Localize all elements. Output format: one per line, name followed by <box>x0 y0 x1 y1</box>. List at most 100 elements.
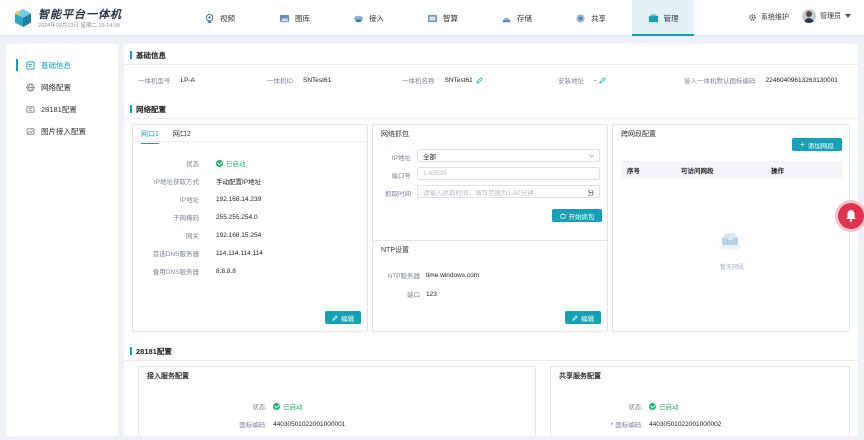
dns2-label: 备用DNS服务器 <box>152 269 199 276</box>
device-name-value: SNTest61 <box>444 76 473 84</box>
edit-address-icon[interactable] <box>599 76 606 84</box>
default-code-value: 22460409613263130001 <box>765 76 838 84</box>
ip-mode-row: IP地址获取方式 手动配置IP地址 <box>133 176 261 186</box>
address-field: 安装地址 - <box>558 75 606 85</box>
default-code-label: 接入一体机默认国标编码 <box>684 78 756 85</box>
chevron-down-icon <box>589 154 594 158</box>
device-name-field: 一体机名称 SNTest61 <box>402 75 483 85</box>
col-index: 序号 <box>627 168 640 175</box>
gateway-value: 192.168.15.254 <box>216 231 262 239</box>
plus-icon: + <box>800 139 805 149</box>
capture-time-label: 抓取时间 <box>385 191 411 198</box>
capture-port-placeholder: 1-65535 <box>423 170 447 177</box>
sidebar-item-basic-info[interactable]: 基础信息 <box>6 54 118 76</box>
capture-icon <box>559 212 566 219</box>
info-icon <box>26 60 35 70</box>
add-segment-button[interactable]: + 添加网段 <box>792 138 842 151</box>
compute-icon <box>427 14 438 22</box>
ip-row: IP地址 192.168.14.239 <box>133 194 261 205</box>
ntp-edit-button[interactable]: 编辑 <box>565 311 601 324</box>
ntp-server-label: NTP服务器 <box>387 273 421 280</box>
divider <box>124 118 858 119</box>
start-capture-label: 开始抓包 <box>568 213 595 221</box>
access-code-value: 44030501022001000001 <box>273 420 346 428</box>
required-marker: * <box>610 422 614 429</box>
config-icon <box>26 105 35 113</box>
user-menu[interactable]: 管理员 <box>802 9 851 23</box>
gallery-icon <box>279 14 290 22</box>
mask-value: 255.255.254.0 <box>216 213 258 221</box>
share-status-value: 已启动 <box>659 404 679 411</box>
col-segment: 可访问网段 <box>681 168 714 175</box>
segment-table-header: 序号 可访问网段 操作 <box>621 161 843 179</box>
ip-label: IP地址 <box>179 197 199 204</box>
ip-mode-value: 手动配置IP地址 <box>216 179 262 186</box>
video-icon <box>205 13 214 23</box>
edit-icon <box>332 314 338 321</box>
nav-access-label: 接入 <box>369 13 384 23</box>
sidebar-item-label: 网络配置 <box>41 82 71 92</box>
nic-status-label: 状态 <box>186 161 199 168</box>
mask-row: 子网掩码 255.255.254.0 <box>133 212 258 223</box>
nav-compute-label: 智算 <box>443 13 458 23</box>
alert-bell-button[interactable] <box>838 203 864 229</box>
section-title-28181: 28181配置 <box>130 346 172 357</box>
capture-ip-row: IP地址 <box>373 152 411 162</box>
globe-icon <box>26 82 35 92</box>
ntp-edit-label: 编辑 <box>581 315 594 323</box>
check-circle-icon <box>649 402 656 410</box>
manage-icon <box>648 13 658 22</box>
capture-ip-value: 全部 <box>423 153 436 161</box>
empty-box-icon <box>719 233 741 250</box>
nav-access[interactable]: 接入 <box>345 0 392 36</box>
gateway-row: 网关 192.168.15.254 <box>133 230 262 241</box>
image-icon <box>26 127 35 135</box>
nav-manage[interactable]: 管理 <box>632 0 694 36</box>
nav-compute[interactable]: 智算 <box>419 0 466 36</box>
share-icon <box>576 13 585 23</box>
edit-name-icon[interactable] <box>476 76 483 84</box>
nav-share[interactable]: 共享 <box>567 0 614 36</box>
ntp-port-label: 端口 <box>407 292 420 299</box>
capture-ip-select[interactable]: 全部 <box>417 149 600 162</box>
address-label: 安装地址 <box>558 78 584 85</box>
divider <box>124 64 858 65</box>
system-maintenance-label: 系统维护 <box>761 14 789 21</box>
nav-manage-label: 管理 <box>663 13 679 23</box>
gateway-label: 网关 <box>186 233 199 240</box>
nav-storage[interactable]: 存储 <box>493 0 540 36</box>
default-code-field: 接入一体机默认国标编码 22460409613263130001 <box>684 75 838 86</box>
dns1-value: 114.114.114.114 <box>216 249 263 257</box>
nic-edit-button[interactable]: 编辑 <box>325 311 361 324</box>
share-status-label: 状态: <box>628 404 643 411</box>
nav-video-label: 视频 <box>220 13 235 23</box>
divider <box>133 141 367 142</box>
nav-video[interactable]: 视频 <box>196 0 243 36</box>
sidebar-item-label: 基础信息 <box>41 60 71 70</box>
sidebar-item-network[interactable]: 网络配置 <box>6 76 118 98</box>
capture-time-input[interactable]: 请输入抓取时间，填写范围为1-60分钟 分 <box>417 185 600 198</box>
top-bar: 智能平台一体机 2024年03月13日 星期二 16:14:09 视频 图库 接… <box>0 0 864 36</box>
model-field: 一体机型号 LP-A <box>138 75 195 86</box>
gear-icon <box>749 13 756 21</box>
nic-edit-label: 编辑 <box>341 315 354 323</box>
bell-icon <box>846 210 856 222</box>
dns2-row: 备用DNS服务器 8.8.8.8 <box>133 266 236 277</box>
dns1-label: 首选DNS服务器 <box>152 251 199 258</box>
sidebar: 基础信息 网络配置 28181配置 图片接入配置 <box>6 44 118 436</box>
check-circle-icon <box>273 402 280 410</box>
ip-mode-label: IP地址获取方式 <box>153 179 199 186</box>
capture-port-label: 端口号 <box>391 173 412 180</box>
capture-port-input[interactable]: 1-65535 <box>417 167 600 180</box>
main-content: 基础信息 一体机型号 LP-A 一体机ID SNTest61 一体机名称 SNT… <box>124 44 858 436</box>
sidebar-item-image-access[interactable]: 图片接入配置 <box>6 120 118 142</box>
avatar <box>802 9 816 23</box>
start-capture-button[interactable]: 开始抓包 <box>552 209 602 222</box>
share-code-row: * 国标编码: 44030501022001000002 <box>551 419 721 430</box>
sidebar-item-28181[interactable]: 28181配置 <box>6 98 118 120</box>
system-maintenance-button[interactable]: 系统维护 <box>748 12 789 22</box>
nic-card: 网口1 网口2 状态 已启动 IP地址获取方式 手动配置IP地址 IP地址 19… <box>132 124 368 332</box>
nav-gallery[interactable]: 图库 <box>271 0 318 36</box>
share-service-card: 共享服务配置 状态: 已启动 * 国标编码: 44030501022001000… <box>550 366 850 436</box>
address-value: - <box>594 76 597 84</box>
